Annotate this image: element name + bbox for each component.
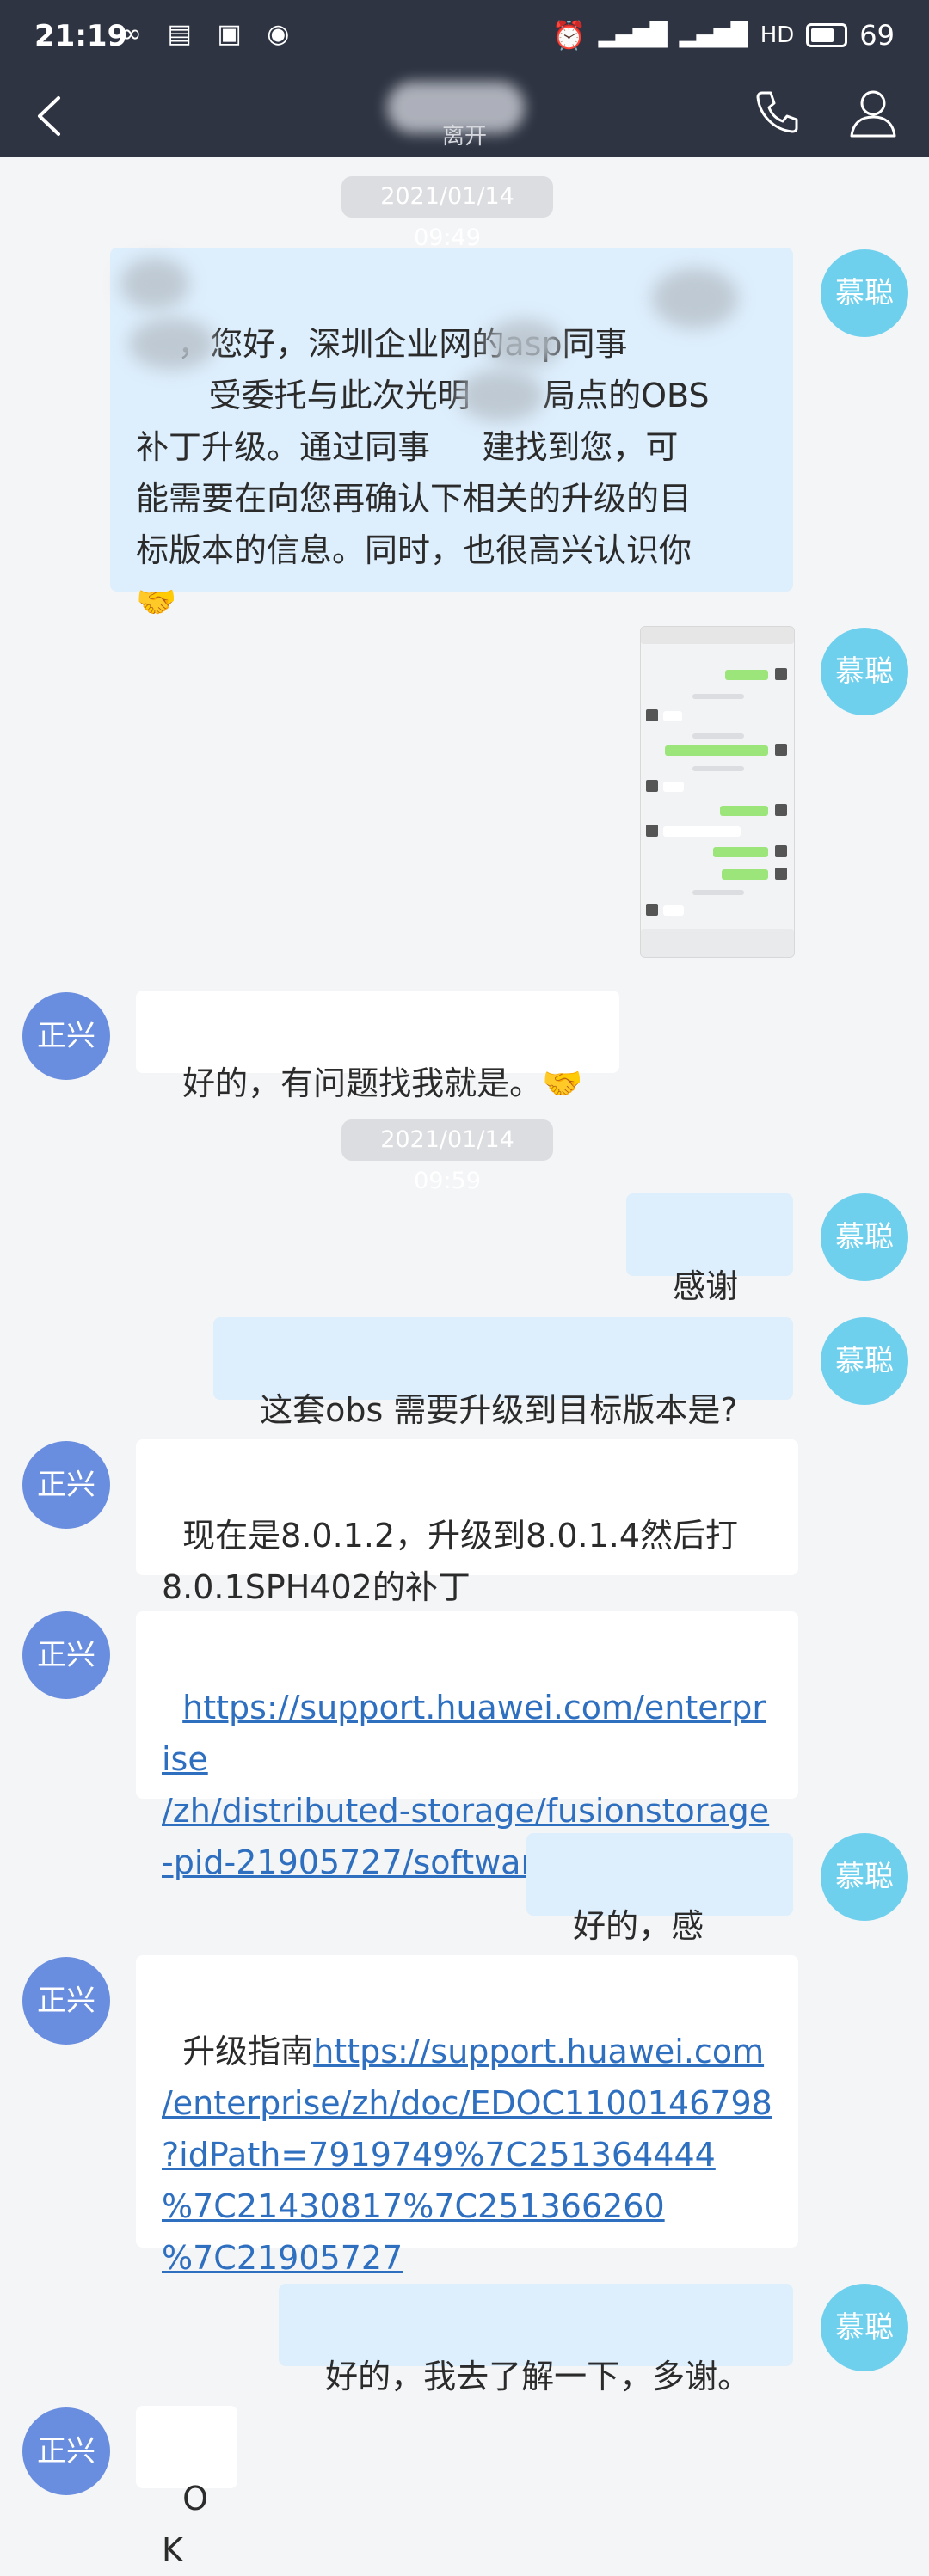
message-bubble[interactable]: 好的，有问题找我就是。🤝 [136,991,619,1102]
message-text: 好的，有问题找我就是。 [182,1064,543,1102]
timestamp: 2021/01/14 09:59 [341,1119,553,1194]
message-bubble[interactable]: https://support.huawei.com/enterprise /z… [136,1611,798,1881]
avatar[interactable]: 慕聪 [821,628,908,715]
avatar[interactable]: 慕聪 [821,2284,908,2371]
signal-icon: ▂▄▆█ [598,22,668,48]
avatar[interactable]: 正兴 [22,1957,110,2045]
message-text: 升级指南 [182,2033,314,2070]
message-bubble[interactable]: 好的，感谢。 [526,1833,793,1996]
redaction [120,258,189,310]
message-text: ，您好，深圳企业网的asp同事 受委托与此次光明 局点的OBS 补丁升级。通过同… [136,325,710,569]
status-bar: 21:19 ∞ ▤ ▣ ◉ ⏰ ▂▄▆█ ▂▄▆█ HD 69 [0,0,929,77]
redaction [129,318,215,370]
hd-icon: HD [760,22,795,48]
avatar[interactable]: 正兴 [22,1441,110,1529]
avatar[interactable]: 慕聪 [821,1193,908,1281]
status-right: ⏰ ▂▄▆█ ▂▄▆█ HD 69 [552,19,895,52]
message-bubble[interactable]: 这套obs 需要升级到目标版本是? [213,1317,793,1429]
message-text: OK [162,2480,209,2569]
avatar[interactable]: 正兴 [22,1611,110,1699]
battery-icon [806,23,848,47]
message-bubble[interactable]: 现在是8.0.1.2，升级到8.0.1.4然后打 8.0.1SPH402的补丁 [136,1439,798,1606]
screenshot-image[interactable] [640,626,795,958]
timestamp: 2021/01/14 09:49 [341,176,553,251]
battery-level: 69 [859,19,895,52]
message-text: 现在是8.0.1.2，升级到8.0.1.4然后打 8.0.1SPH402的补丁 [162,1517,739,1606]
redaction [485,320,563,367]
message-bubble[interactable]: OK [136,2406,237,2569]
redaction [458,370,544,421]
avatar[interactable]: 慕聪 [821,249,908,337]
top-bar: 21:19 ∞ ▤ ▣ ◉ ⏰ ▂▄▆█ ▂▄▆█ HD 69 离开 [0,0,929,157]
user-icon[interactable] [843,83,903,143]
message-text: 这套obs 需要升级到目标版本是? [260,1391,738,1429]
notification-icons: ∞ ▤ ▣ ◉ [120,19,298,49]
signal-icon-2: ▂▄▆█ [679,22,748,48]
alarm-icon: ⏰ [551,19,587,52]
message-bubble[interactable]: 升级指南https://support.huawei.com /enterpri… [136,1955,798,2277]
avatar[interactable]: 慕聪 [821,1317,908,1405]
avatar[interactable]: 正兴 [22,992,110,1080]
message-text: 好的，我去了解一下，多谢。 [325,2358,751,2395]
message-bubble[interactable]: 感谢🤝 [626,1193,793,1357]
avatar[interactable]: 正兴 [22,2407,110,2495]
status-time: 21:19 [34,19,128,53]
phone-icon[interactable] [750,84,805,139]
message-text: 感谢 [673,1267,739,1305]
avatar[interactable]: 慕聪 [821,1833,908,1921]
handshake-icon: 🤝 [542,1064,583,1102]
handshake-icon: 🤝 [136,583,177,621]
nav-bar: 离开 [0,77,929,157]
redaction [652,268,738,328]
message-bubble[interactable]: 好的，我去了解一下，多谢。 [279,2284,793,2395]
